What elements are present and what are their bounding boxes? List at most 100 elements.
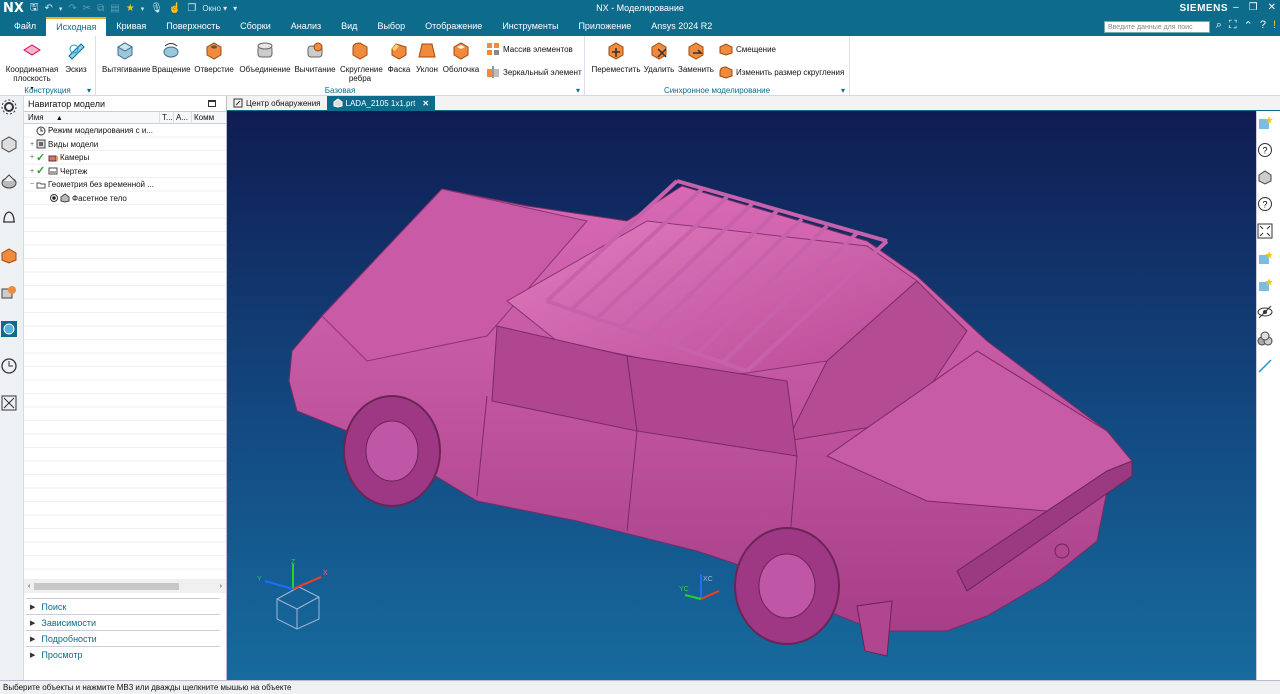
collapse-ribbon-icon[interactable]: ⌃ <box>1244 19 1253 32</box>
reuse-library-icon[interactable] <box>0 246 18 264</box>
favorite-star-icon[interactable]: ★ <box>126 3 135 14</box>
microphone-icon[interactable]: 🎙 <box>150 3 163 14</box>
process-studio-icon[interactable] <box>0 394 18 412</box>
tree-item-non-timestamp-geometry[interactable]: − Геометрия без временной ... <box>24 178 226 192</box>
touch-mode-icon[interactable]: ☝ <box>169 3 181 14</box>
redo-icon[interactable]: ↷ <box>68 3 76 14</box>
menu-item[interactable]: Приложение <box>568 17 641 36</box>
show-hide-bodies-icon[interactable] <box>1257 331 1273 347</box>
menu-item[interactable]: Отображение <box>415 17 492 36</box>
tree-item-drawing[interactable]: + ✓ Чертеж <box>24 165 226 179</box>
graphics-window[interactable]: Z Y X XC YC <box>227 111 1256 680</box>
tree-item-facet-body[interactable]: Фасетное тело <box>24 192 226 206</box>
notifications-bell-icon[interactable] <box>0 209 18 227</box>
close-tab-icon[interactable]: ✕ <box>422 99 429 108</box>
chamfer-button[interactable]: Фаска <box>386 40 412 74</box>
group-dropdown-icon[interactable]: ▾ <box>87 86 91 95</box>
snap-star-icon[interactable] <box>1257 115 1273 131</box>
render-style-icon[interactable] <box>1257 169 1273 185</box>
tree-item-cameras[interactable]: + ✓ Камеры <box>24 151 226 165</box>
fullscreen-icon[interactable]: ⛶ <box>1229 19 1237 32</box>
panel-search[interactable]: ▶ Поиск <box>26 598 220 614</box>
sketch-button[interactable]: Эскиз <box>62 40 90 74</box>
hide-eye-icon[interactable] <box>1257 304 1273 320</box>
menu-item[interactable]: Сборки <box>230 17 281 36</box>
menu-item[interactable]: Поверхность <box>156 17 230 36</box>
checkmark-icon[interactable]: ✓ <box>36 166 46 177</box>
alert-icon[interactable]: ! <box>1273 19 1276 32</box>
column-name[interactable]: Имя ▲ <box>24 112 160 123</box>
column-comment[interactable]: Комм <box>192 112 226 123</box>
cut-icon[interactable]: ✂ <box>83 3 91 14</box>
customize-qa-icon[interactable]: ▾ <box>233 4 237 13</box>
expand-icon[interactable]: + <box>28 141 36 148</box>
web-browser-icon[interactable] <box>0 320 18 338</box>
minimize-icon[interactable]: – <box>1233 2 1239 13</box>
shell-button[interactable]: Оболочка <box>442 40 480 74</box>
visibility-radio-icon[interactable] <box>50 194 58 203</box>
car-3d-model[interactable] <box>227 111 1256 680</box>
mirror-feature-button[interactable]: Зеркальный элемент <box>486 65 582 79</box>
maximize-icon[interactable] <box>208 100 216 107</box>
horizontal-scrollbar[interactable]: ‹ › <box>24 579 226 593</box>
panel-details[interactable]: ▶ Подробности <box>26 630 220 646</box>
collapse-icon[interactable]: − <box>28 181 36 188</box>
menu-item[interactable]: Кривая <box>106 17 156 36</box>
paste-icon[interactable]: ▤ <box>110 3 119 14</box>
star-dropdown-icon[interactable]: ▾ <box>141 5 145 13</box>
column-attribute[interactable]: А... <box>174 112 192 123</box>
hole-button[interactable]: Отверстие <box>194 40 234 74</box>
group-dropdown-icon[interactable]: ▾ <box>576 86 580 95</box>
tab-part-file[interactable]: LADA_2105 1х1.prt ✕ <box>326 96 436 110</box>
offset-region-button[interactable]: Смещение <box>719 42 776 56</box>
help-icon[interactable]: ? <box>1260 19 1266 32</box>
settings-gear-icon[interactable] <box>0 98 18 116</box>
history-clock-icon[interactable] <box>0 357 18 375</box>
restore-icon[interactable]: ❐ <box>1249 2 1258 13</box>
fit-view-icon[interactable] <box>1257 223 1273 239</box>
save-icon[interactable]: 🖫 <box>30 0 39 17</box>
scroll-right-icon[interactable]: › <box>220 583 222 590</box>
delete-face-button[interactable]: Удалить <box>643 40 675 74</box>
tree-item-model-views[interactable]: + Виды модели <box>24 138 226 152</box>
close-icon[interactable]: ✕ <box>1268 2 1276 13</box>
orient-view-icon[interactable] <box>1257 277 1273 293</box>
command-search-input[interactable]: Введите данные для поис <box>1104 21 1210 33</box>
subtract-button[interactable]: Вычитание <box>294 40 336 74</box>
panel-dependencies[interactable]: ▶ Зависимости <box>26 614 220 630</box>
resize-blend-button[interactable]: Изменить размер скругления <box>719 65 844 79</box>
menu-item[interactable]: Вид <box>331 17 367 36</box>
tab-discovery-center[interactable]: Центр обнаружения <box>227 96 327 110</box>
menu-item[interactable]: Инструменты <box>492 17 568 36</box>
scroll-left-icon[interactable]: ‹ <box>28 583 30 590</box>
undo-dropdown-icon[interactable]: ▾ <box>59 5 63 13</box>
window-switch-icon[interactable]: ❐ <box>187 3 196 14</box>
revolve-button[interactable]: Вращение <box>152 40 191 74</box>
menu-item[interactable]: Файл <box>4 17 46 36</box>
tree-item-modeling-mode[interactable]: Режим моделирования с и... <box>24 124 226 138</box>
checkmark-icon[interactable]: ✓ <box>36 152 46 163</box>
expand-icon[interactable]: + <box>28 154 36 161</box>
part-navigator-icon[interactable] <box>0 172 18 190</box>
hd3d-tools-icon[interactable] <box>0 283 18 301</box>
menu-item[interactable]: Ansys 2024 R2 <box>641 17 722 36</box>
column-type[interactable]: Т... <box>160 112 174 123</box>
search-icon[interactable]: ⌕ <box>1216 19 1222 32</box>
scrollbar-thumb[interactable] <box>34 582 180 590</box>
menu-item[interactable]: Исходная <box>46 17 107 36</box>
unite-button[interactable]: Объединение <box>238 40 292 74</box>
window-menu[interactable]: Окно ▾ <box>202 4 227 13</box>
line-icon[interactable] <box>1257 358 1273 374</box>
draft-button[interactable]: Уклон <box>414 40 440 74</box>
menu-item[interactable]: Выбор <box>367 17 415 36</box>
help-circle-icon[interactable]: ? <box>1257 142 1273 158</box>
pattern-feature-button[interactable]: Массив элементов <box>486 42 573 56</box>
replace-face-button[interactable]: Заменить <box>677 40 715 74</box>
info-question-icon[interactable]: ? <box>1257 196 1273 212</box>
extrude-button[interactable]: Вытягивание <box>102 40 150 74</box>
group-dropdown-icon[interactable]: ▾ <box>841 86 845 95</box>
panel-preview[interactable]: ▶ Просмотр <box>26 646 220 662</box>
move-face-button[interactable]: Переместить <box>591 40 641 74</box>
copy-icon[interactable]: ⧉ <box>97 3 104 14</box>
expand-icon[interactable]: + <box>28 168 36 175</box>
